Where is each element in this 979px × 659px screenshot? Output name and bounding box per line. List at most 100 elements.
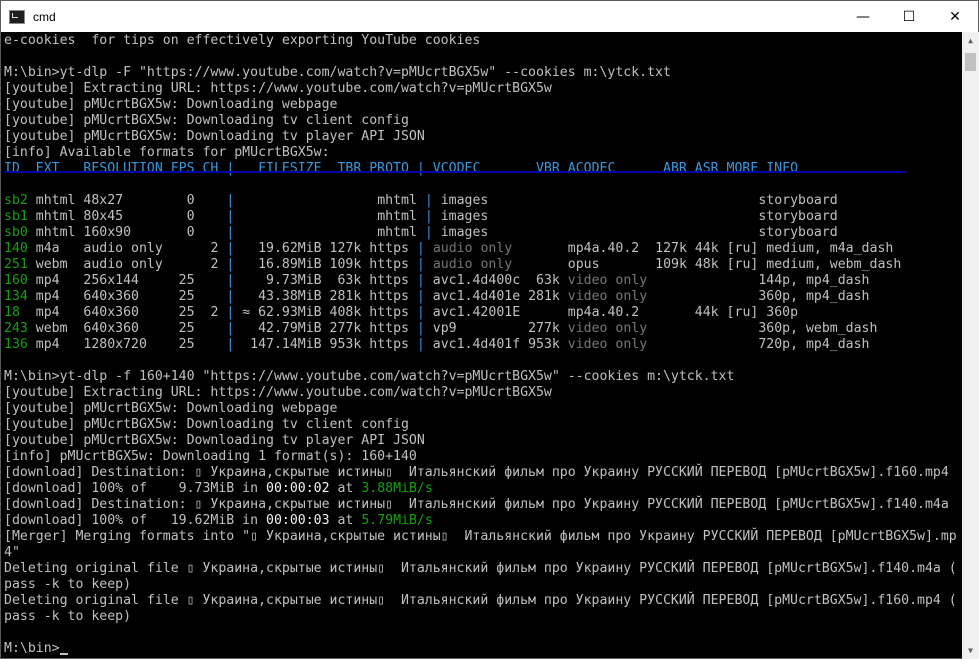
console-text-segment: | [416,241,425,256]
console-line: [Merger] Merging formats into "▯ Украина… [4,529,957,545]
console-line: pass -k to keep) [4,609,131,625]
console-text-segment: [youtube] pMUcrtBGX5w: Downloading tv pl… [4,129,425,144]
console-text-segment: avc1.4d401e 281k [424,289,568,304]
console-line: [youtube] pMUcrtBGX5w: Downloading webpa… [4,401,337,417]
console-text-segment: 42.79MiB 277k https [234,321,417,336]
console-text-segment: m4a audio only 2 [27,241,227,256]
console-output[interactable]: e-cookies for tips on effectively export… [1,32,961,659]
console-text-segment: 19.62MiB 127k https [234,241,417,256]
console-text-segment: 16.89MiB 109k https [234,257,417,272]
console-text-segment: 136 [4,337,28,352]
console-text-segment: [youtube] pMUcrtBGX5w: Downloading tv cl… [4,417,409,432]
console-line: [download] Destination: ▯ Украина,скрыты… [4,465,949,481]
console-line: 243 webm 640x360 25 | 42.79MiB 277k http… [4,321,877,337]
console-text-segment: | [424,209,433,224]
console-text-segment: 00:00:03 [266,513,330,528]
console-line: [youtube] pMUcrtBGX5w: Downloading tv cl… [4,113,409,129]
console-line: [youtube] pMUcrtBGX5w: Downloading tv cl… [4,417,409,433]
scroll-up-arrow-icon[interactable]: ▲ [962,32,979,49]
close-button[interactable]: ✕ [932,1,978,32]
console-text-segment: mhtml 48x27 0 [27,193,227,208]
console-text-segment: 140 [4,241,28,256]
console-text-segment: 5.79MiB/s [361,513,433,528]
console-text-segment: mp4a.40.2 127k 44k [ru] medium, m4a_dash [512,241,894,256]
console-text-segment: audio only [432,257,513,272]
console-text-segment: Deleting original file ▯ Украина,скрытые… [4,593,957,608]
console-line: [youtube] pMUcrtBGX5w: Downloading tv pl… [4,433,425,449]
console-text-segment: sb0 [4,225,28,240]
title-bar[interactable]: cmd — ☐ ✕ [1,1,978,32]
console-text-segment: [Merger] Merging formats into "▯ Украина… [4,529,957,544]
console-text-segment: [youtube] pMUcrtBGX5w: Downloading tv cl… [4,113,409,128]
console-line: M:\bin>yt-dlp -F "https://www.youtube.co… [4,65,671,81]
maximize-button[interactable]: ☐ [886,1,932,32]
console-text-segment: at [329,513,362,528]
console-text-segment: [info] Available formats for pMUcrtBGX5w… [4,145,330,160]
console-text-segment: | [416,305,425,320]
console-text-segment: mhtml [234,193,425,208]
console-text-segment: | [424,225,433,240]
console-line: [youtube] Extracting URL: https://www.yo… [4,385,552,401]
console-text-segment: | [416,273,425,288]
window-title: cmd [33,9,56,24]
console-line: [download] 100% of 19.62MiB in 00:00:03 … [4,513,433,529]
console-text-segment: | [416,289,425,304]
console-text-segment: [download] 100% of 9.73MiB in [4,481,267,496]
minimize-button[interactable]: — [840,1,886,32]
cmd-icon [9,9,25,24]
console-text-segment: 360p, mp4_dash [647,289,870,304]
console-text-segment: 360p, webm_dash [647,321,878,336]
console-text-segment: 4" [4,545,20,560]
console-text-segment: | [416,257,425,272]
console-line: [info] pMUcrtBGX5w: Downloading 1 format… [4,449,417,465]
table-header-divider [4,171,906,173]
console-text-segment: video only [567,273,648,288]
console-text-segment: [download] 100% of 19.62MiB in [4,513,267,528]
console-line: 251 webm audio only 2 | 16.89MiB 109k ht… [4,257,901,273]
console-text-segment: avc1.42001E mp4a.40.2 44k [ru] 360p [424,305,799,320]
console-text-segment: audio only [432,241,513,256]
console-text-segment: 3.88MiB/s [361,481,433,496]
console-text-segment: vp9 277k [424,321,568,336]
minimize-icon: — [856,8,870,25]
console-text-segment: [youtube] Extracting URL: https://www.yo… [4,81,552,96]
console-text-segment [425,257,433,272]
console-text-segment: video only [567,337,648,352]
console-text-segment: 134 [4,289,28,304]
console-text-segment: 18 [4,305,20,320]
console-line: Deleting original file ▯ Украина,скрытые… [4,561,957,577]
console-text-segment: pass -k to keep) [4,577,132,592]
console-text-segment: [youtube] pMUcrtBGX5w: Downloading webpa… [4,97,338,112]
console-line: [download] Destination: ▯ Украина,скрыты… [4,497,949,513]
console-text-segment: 9.73MiB 63k https [234,273,417,288]
console-line: 160 mp4 256x144 25 | 9.73MiB 63k https |… [4,273,870,289]
vertical-scrollbar[interactable]: ▲ ▼ [962,32,979,659]
console-line: 4" [4,545,20,561]
console-text-segment: M:\bin> [4,641,60,656]
scrollbar-thumb[interactable] [965,53,976,71]
console-text-segment: 43.38MiB 281k https [234,289,417,304]
console-text-segment: mhtml 80x45 0 [27,209,227,224]
console-text-segment: [youtube] Extracting URL: https://www.yo… [4,385,552,400]
console-line: ID EXT RESOLUTION FPS CH | FILESIZE TBR … [4,161,798,177]
console-text-segment: [youtube] pMUcrtBGX5w: Downloading webpa… [4,401,338,416]
console-text-segment: ID EXT RESOLUTION FPS CH [4,161,227,176]
console-line: M:\bin>yt-dlp -f 160+140 "https://www.yo… [4,369,734,385]
console-text-segment: Deleting original file ▯ Украина,скрытые… [4,561,957,576]
console-text-segment: mhtml [234,209,425,224]
console-text-segment: video only [567,321,648,336]
console-text-segment: mp4 256x144 25 [27,273,227,288]
console-line: e-cookies for tips on effectively export… [4,33,480,49]
scroll-down-arrow-icon[interactable]: ▼ [962,642,979,659]
console-line: [youtube] pMUcrtBGX5w: Downloading tv pl… [4,129,425,145]
console-text-segment: images storyboard [432,193,838,208]
console-line: M:\bin> [4,641,68,657]
console-line: 18 mp4 640x360 25 2 | ≈ 62.93MiB 408k ht… [4,305,798,321]
console-text-segment: [download] Destination: ▯ Украина,скрыты… [4,465,949,480]
console-text-segment: M:\bin>yt-dlp -f 160+140 "https://www.yo… [4,369,735,384]
console-text-segment: opus 109k 48k [ru] medium, webm_dash [512,257,902,272]
console-text-segment: [info] pMUcrtBGX5w: Downloading 1 format… [4,449,417,464]
console-text-segment: sb2 [4,193,28,208]
console-text-segment: mp4 640x360 25 [27,289,227,304]
console-text-segment: webm audio only 2 [27,257,227,272]
